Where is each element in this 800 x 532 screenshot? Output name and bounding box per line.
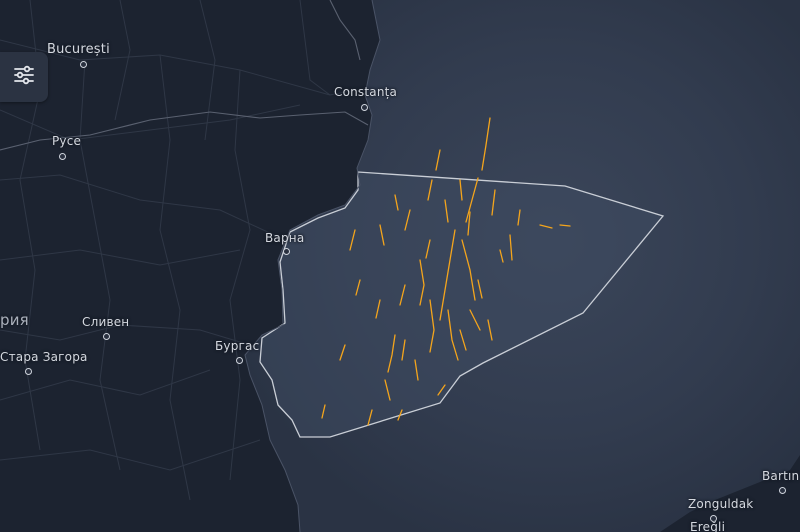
filter-settings-button[interactable] xyxy=(0,52,48,102)
city-label-bucuresti: București xyxy=(47,42,110,57)
city-dot-ruse xyxy=(59,153,66,160)
city-dot-bucuresti xyxy=(80,61,87,68)
city-dot-stara-zagora xyxy=(25,368,32,375)
city-label-constanta: Constanța xyxy=(334,85,398,99)
city-dot-sliven xyxy=(103,333,110,340)
city-dot-constanta xyxy=(361,104,368,111)
city-label-varna: Варна xyxy=(265,231,305,245)
city-label-bartin: Bartın xyxy=(762,469,800,483)
sliders-icon xyxy=(12,63,36,91)
map-view[interactable]: București Constanța Русе Варна Сливен Бу… xyxy=(0,0,800,532)
city-label-eregli: Ereğli xyxy=(690,520,726,532)
basemap xyxy=(0,0,800,532)
country-label-bulgaria: рия xyxy=(0,311,29,329)
city-dot-burgas xyxy=(236,357,243,364)
city-label-stara-zagora: Стара Загора xyxy=(0,350,88,364)
city-label-zonguldak: Zonguldak xyxy=(688,497,754,511)
city-dot-varna xyxy=(283,248,290,255)
city-label-ruse: Русе xyxy=(52,134,82,148)
city-label-sliven: Сливен xyxy=(82,315,130,329)
city-label-burgas: Бургас xyxy=(215,339,260,353)
city-dot-bartin xyxy=(779,487,786,494)
